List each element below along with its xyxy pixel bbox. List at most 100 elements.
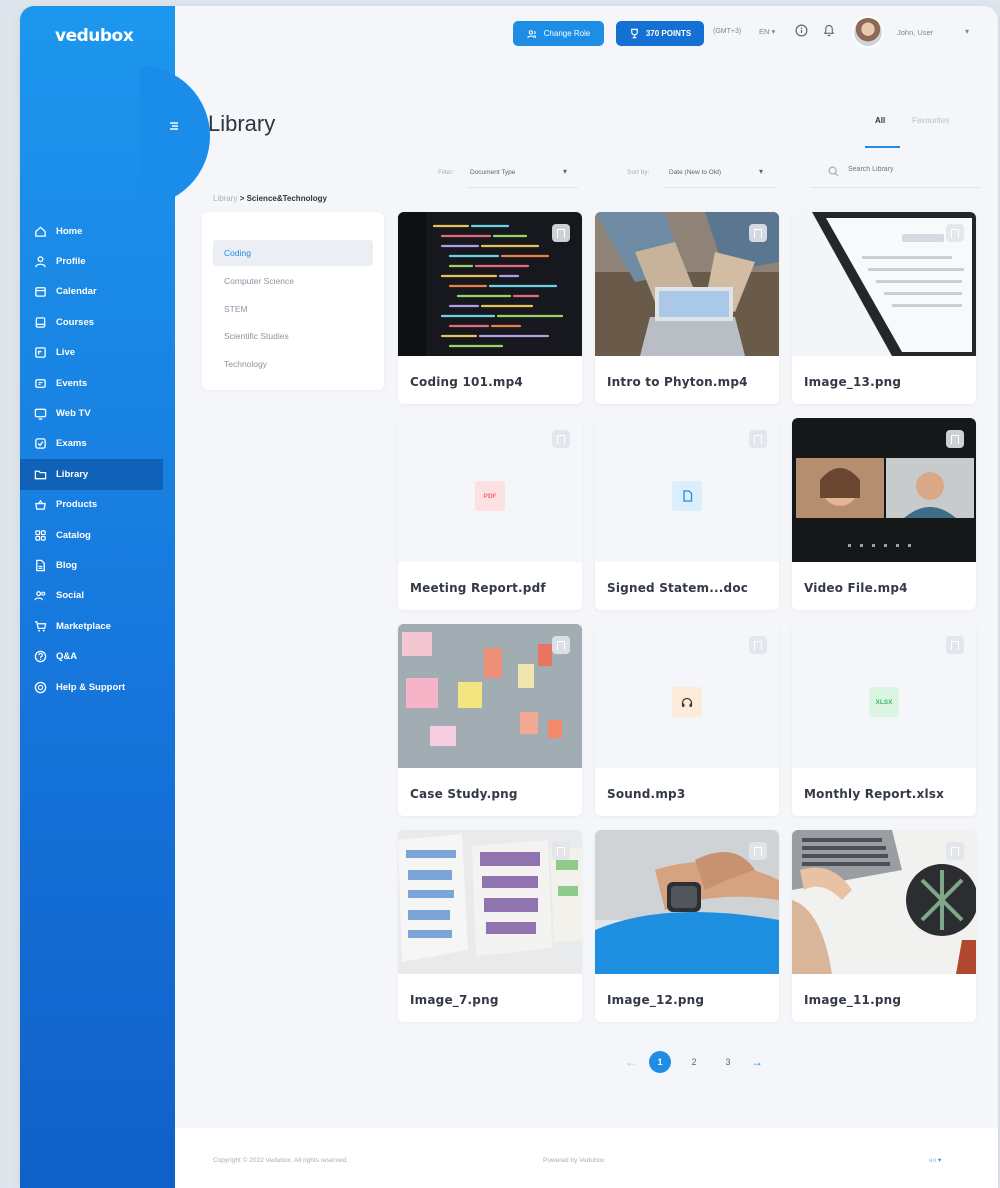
home-icon (33, 224, 47, 238)
file-card[interactable]: Intro to Phyton.mp4 (595, 212, 779, 404)
breadcrumb-root[interactable]: Library (213, 194, 237, 203)
info-icon[interactable] (795, 24, 808, 42)
tab-all[interactable]: All (875, 116, 885, 125)
file-card[interactable]: Image_7.png (398, 830, 582, 1022)
bookmark-icon[interactable] (749, 842, 767, 860)
file-name: Monthly Report.xlsx (804, 787, 945, 801)
cart-icon (33, 619, 47, 633)
breadcrumb-separator: > (239, 194, 245, 203)
arrow-left-icon[interactable]: ← (625, 1055, 637, 1069)
category-item-coding[interactable]: Coding (213, 240, 373, 266)
change-role-button[interactable]: Change Role (513, 21, 604, 46)
sidebar-item-web-tv[interactable]: Web TV (20, 398, 175, 428)
sidebar-item-blog[interactable]: Blog (20, 550, 175, 580)
bookmark-icon[interactable] (946, 430, 964, 448)
sidebar-item-courses[interactable]: Courses (20, 307, 175, 337)
logo[interactable]: vedubox (55, 26, 134, 46)
category-item-stem[interactable]: STEM (213, 296, 373, 322)
app-window: vedubox Home Profile Calendar Courses Li… (20, 6, 998, 1188)
sort-dropdown[interactable]: Date (New to Old) (669, 169, 721, 176)
bookmark-icon[interactable] (749, 636, 767, 654)
sidebar-item-home[interactable]: Home (20, 216, 175, 246)
category-item-technology[interactable]: Technology (213, 351, 373, 377)
category-item-scientific-studies[interactable]: Scientific Studies (213, 323, 373, 349)
sidebar-item-label: Profile (56, 256, 86, 268)
page-3-button[interactable]: 3 (717, 1051, 739, 1073)
file-card[interactable]: Signed Statem...doc (595, 418, 779, 610)
bookmark-icon[interactable] (946, 636, 964, 654)
sidebar-item-exams[interactable]: Exams (20, 429, 175, 459)
timezone-selector[interactable]: (GMT+3) (713, 28, 741, 35)
checklist-icon (33, 437, 47, 451)
tab-favourites[interactable]: Favourites (912, 116, 949, 125)
file-card[interactable]: Image_12.png (595, 830, 779, 1022)
chevron-down-icon[interactable]: ▾ (965, 27, 969, 36)
topbar: Change Role 370 POINTS (GMT+3) EN ▾ John… (175, 6, 998, 62)
language-label: EN (759, 27, 770, 36)
footer-language-selector[interactable]: en ▾ (929, 1156, 941, 1164)
notification-bell-icon[interactable] (823, 24, 835, 42)
file-card[interactable]: Case Study.png (398, 624, 582, 816)
sidebar-item-label: Help & Support (56, 681, 126, 693)
sidebar-item-catalog[interactable]: Catalog (20, 520, 175, 550)
sidebar-nav: Home Profile Calendar Courses Live Event… (20, 216, 175, 702)
language-selector[interactable]: EN ▾ (759, 27, 775, 36)
file-name: Image_11.png (804, 993, 902, 1007)
file-card[interactable]: Image_11.png (792, 830, 976, 1022)
sidebar-item-calendar[interactable]: Calendar (20, 277, 175, 307)
bookmark-icon[interactable] (552, 636, 570, 654)
file-card[interactable]: Coding 101.mp4 (398, 212, 582, 404)
file-name: Image_13.png (804, 375, 902, 389)
doc-badge (672, 481, 702, 511)
sidebar-item-label: Social (56, 590, 84, 602)
sidebar-item-social[interactable]: Social (20, 581, 175, 611)
avatar[interactable] (852, 16, 884, 48)
document-type-dropdown[interactable]: Document Type (470, 169, 515, 176)
basket-icon (33, 498, 47, 512)
search-icon (828, 166, 839, 177)
page-1-button[interactable]: 1 (649, 1051, 671, 1073)
bookmark-icon[interactable] (749, 430, 767, 448)
bookmark-icon[interactable] (552, 224, 570, 242)
footer-powered-by[interactable]: Powered by Vedubox (543, 1157, 604, 1164)
bookmark-icon[interactable] (552, 842, 570, 860)
sidebar-item-profile[interactable]: Profile (20, 246, 175, 276)
file-card[interactable]: Sound.mp3 (595, 624, 779, 816)
bookmark-icon[interactable] (749, 224, 767, 242)
sidebar-item-label: Exams (56, 438, 87, 450)
sidebar-collapse-button[interactable] (164, 117, 184, 135)
sidebar-item-help-support[interactable]: Help & Support (20, 672, 175, 702)
search-input[interactable] (846, 165, 990, 174)
file-card[interactable]: Video File.mp4 (792, 418, 976, 610)
collapse-icon (170, 122, 178, 130)
sidebar-item-label: Web TV (56, 408, 91, 420)
sidebar-item-qa[interactable]: Q&A (20, 641, 175, 671)
chevron-down-icon[interactable]: ▾ (563, 167, 567, 176)
breadcrumb: Library > Science&Technology (213, 194, 327, 203)
points-label: 370 POINTS (645, 29, 692, 38)
bookmark-icon[interactable] (946, 842, 964, 860)
points-button[interactable]: 370 POINTS (616, 21, 704, 46)
sidebar-item-events[interactable]: Events (20, 368, 175, 398)
question-icon (33, 650, 47, 664)
page-2-button[interactable]: 2 (683, 1051, 705, 1073)
bookmark-icon[interactable] (552, 430, 570, 448)
arrow-right-icon[interactable]: → (751, 1055, 763, 1069)
headphones-icon (681, 697, 693, 707)
sidebar-item-marketplace[interactable]: Marketplace (20, 611, 175, 641)
pagination: ← 1 2 3 → (625, 1051, 763, 1073)
user-name[interactable]: John, User (897, 28, 933, 37)
sidebar-item-live[interactable]: Live (20, 338, 175, 368)
file-card[interactable]: PDF Meeting Report.pdf (398, 418, 582, 610)
file-name: Sound.mp3 (607, 787, 686, 801)
grid-icon (33, 528, 47, 542)
chevron-down-icon[interactable]: ▾ (759, 167, 763, 176)
file-card[interactable]: XLSX Monthly Report.xlsx (792, 624, 976, 816)
sidebar-item-products[interactable]: Products (20, 490, 175, 520)
trophy-icon (630, 28, 638, 39)
bookmark-icon[interactable] (946, 224, 964, 242)
sidebar-item-library[interactable]: Library (20, 459, 163, 490)
category-item-computer-science[interactable]: Computer Science (213, 268, 373, 294)
sidebar-item-label: Blog (56, 559, 78, 571)
file-card[interactable]: Image_13.png (792, 212, 976, 404)
